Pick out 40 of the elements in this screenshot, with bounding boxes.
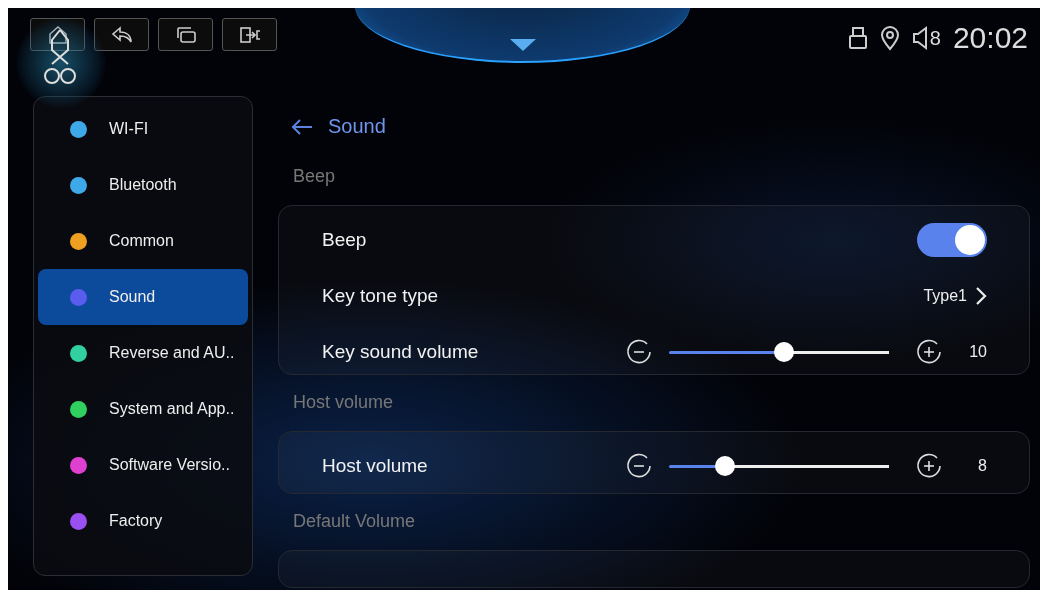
setting-label: Host volume <box>322 455 428 477</box>
exit-icon <box>237 24 262 45</box>
back-arrow-button[interactable] <box>290 116 314 137</box>
setting-label: Key tone type <box>322 285 439 308</box>
section-title: Beep <box>292 164 337 188</box>
plus-button[interactable] <box>915 452 943 480</box>
sidebar-item[interactable]: Software Versio.. <box>38 437 248 493</box>
sidebar-item[interactable]: Common <box>38 213 248 269</box>
slider-thumb[interactable] <box>715 456 736 476</box>
setting-label: Beep <box>322 229 367 252</box>
speaker-icon <box>911 25 928 51</box>
sidebar-item[interactable]: WI-FI <box>38 101 248 157</box>
volume-value: 10 <box>968 343 987 362</box>
usb-drive-icon <box>847 26 868 50</box>
home-button[interactable] <box>30 18 85 51</box>
back-icon <box>109 24 134 45</box>
home-icon <box>46 23 69 46</box>
sidebar-item[interactable]: Factory <box>38 493 248 549</box>
sidebar-item[interactable]: Reverse and AU.. <box>38 325 248 381</box>
volume-level: 8 <box>929 26 941 50</box>
slider-thumb[interactable] <box>774 342 794 363</box>
exit-button[interactable] <box>222 18 277 51</box>
option-selector[interactable]: Type1 <box>923 286 987 307</box>
back-button[interactable] <box>94 18 149 51</box>
page-title: Sound <box>328 115 386 139</box>
location-pin-icon <box>879 25 900 51</box>
chevron-right-icon <box>975 286 987 307</box>
section-title: Host volume <box>292 390 395 414</box>
windows-icon <box>174 24 197 45</box>
toggle-switch[interactable] <box>917 223 987 258</box>
clock-time: 20:02 <box>952 21 1028 55</box>
sidebar-item[interactable]: Bluetooth <box>38 157 248 213</box>
sidebar-item[interactable]: Sound <box>38 269 248 325</box>
caret-down-icon <box>509 39 536 51</box>
volume-value: 8 <box>977 457 987 475</box>
section-title: Default Volume <box>292 509 417 533</box>
sidebar-item[interactable]: System and App.. <box>38 381 248 437</box>
minus-button[interactable] <box>625 452 653 480</box>
setting-label: Key sound volume <box>322 341 479 364</box>
windows-button[interactable] <box>158 18 213 51</box>
